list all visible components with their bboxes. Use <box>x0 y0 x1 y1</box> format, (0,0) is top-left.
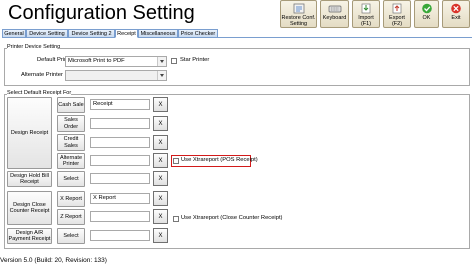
ar-payment-receipt-field[interactable] <box>90 230 150 241</box>
x-report-button[interactable]: X Report <box>57 191 85 207</box>
tab-bar: General Device Setting Device Setting 2 … <box>2 29 472 38</box>
hold-bill-clear-button[interactable]: X <box>153 171 168 186</box>
alternate-printer-label: Alternate Printer <box>21 72 63 78</box>
credit-sales-receipt-field[interactable] <box>90 137 150 148</box>
tab-receipt[interactable]: Receipt <box>115 29 138 38</box>
z-report-clear-button[interactable]: X <box>153 209 168 224</box>
star-printer-label: Star Printer <box>180 57 210 63</box>
alternate-printer-receipt-field[interactable] <box>90 155 150 166</box>
sales-order-receipt-field[interactable] <box>90 118 150 129</box>
sales-order-clear-button[interactable]: X <box>153 116 168 131</box>
ar-payment-clear-button[interactable]: X <box>153 228 168 243</box>
keyboard-icon <box>328 5 341 13</box>
sales-order-button[interactable]: Sales Order <box>57 115 85 132</box>
tab-general[interactable]: General <box>2 29 26 38</box>
x-report-clear-button[interactable]: X <box>153 191 168 206</box>
export-icon <box>392 3 402 14</box>
restore-icon <box>293 3 304 14</box>
use-xtrareport-close-counter-checkbox[interactable] <box>173 216 179 222</box>
keyboard-button[interactable]: Keyboard <box>320 0 349 28</box>
alternate-printer-button[interactable]: Alternate Printer <box>57 153 85 169</box>
credit-sales-button[interactable]: Credit Sales <box>57 134 85 151</box>
design-close-counter-receipt-button[interactable]: Design Close Counter Receipt <box>7 191 52 225</box>
design-hold-bill-receipt-button[interactable]: Design Hold Bill Receipt <box>7 171 52 187</box>
printer-device-setting-label: Printer Device Setting <box>7 44 61 50</box>
import-icon <box>361 3 371 14</box>
design-receipt-button[interactable]: Design Receipt <box>7 97 52 169</box>
use-xtrareport-close-counter-label: Use Xtrareport (Close Counter Receipt) <box>181 215 283 221</box>
version-status-text: Version 5.0 (Build: 20, Revision: 133) <box>0 257 107 264</box>
tab-device-setting[interactable]: Device Setting <box>26 29 68 38</box>
check-icon <box>421 3 432 14</box>
design-ar-payment-receipt-button[interactable]: Design A/R Payment Receipt <box>7 228 52 244</box>
select-default-receipt-label: Select Default Receipt For <box>7 90 72 96</box>
hold-bill-receipt-field[interactable] <box>90 173 150 184</box>
star-printer-checkbox[interactable] <box>171 58 177 64</box>
credit-sales-clear-button[interactable]: X <box>153 135 168 150</box>
alternate-printer-clear-button[interactable]: X <box>153 153 168 168</box>
cash-sale-button[interactable]: Cash Sale <box>57 97 85 113</box>
tab-price-checker[interactable]: Price Checker <box>178 29 218 38</box>
z-report-receipt-field[interactable] <box>90 211 150 222</box>
z-report-button[interactable]: Z Report <box>57 209 85 225</box>
restore-conf-setting-button[interactable]: Restore Conf. Setting <box>280 0 317 28</box>
exit-button[interactable]: Exit <box>442 0 470 28</box>
ar-payment-select-button[interactable]: Select <box>57 228 85 244</box>
cash-sale-receipt-field[interactable]: Receipt <box>90 99 150 110</box>
tab-miscellaneous[interactable]: Miscellaneous <box>138 29 178 38</box>
exit-icon <box>451 3 461 14</box>
window-title: Configuration Setting <box>8 2 195 24</box>
chevron-down-icon <box>157 57 166 66</box>
use-xtrareport-pos-checkbox[interactable] <box>173 158 179 164</box>
import-button[interactable]: Import (F1) <box>352 0 380 28</box>
export-button[interactable]: Export (F2) <box>383 0 411 28</box>
default-printer-dropdown[interactable]: Microsoft Print to PDF <box>65 56 167 67</box>
chevron-down-icon <box>157 71 166 80</box>
hold-bill-select-button[interactable]: Select <box>57 171 85 187</box>
use-xtrareport-pos-label: Use Xtrareport (POS Receipt) <box>181 157 258 163</box>
cash-sale-clear-button[interactable]: X <box>153 97 168 112</box>
ok-button[interactable]: OK <box>414 0 439 28</box>
alternate-printer-dropdown[interactable] <box>65 70 167 81</box>
tab-device-setting-2[interactable]: Device Setting 2 <box>68 29 115 38</box>
x-report-receipt-field[interactable]: X Report <box>90 193 150 204</box>
